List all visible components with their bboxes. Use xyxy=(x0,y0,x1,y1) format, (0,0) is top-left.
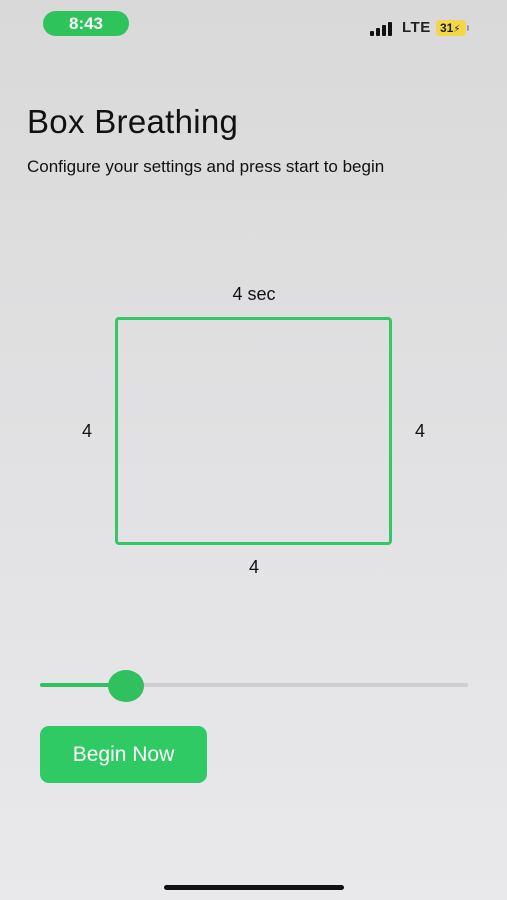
slider-thumb[interactable] xyxy=(107,670,144,702)
page-subtitle: Configure your settings and press start … xyxy=(27,157,385,176)
signal-bars-icon xyxy=(370,22,394,36)
network-type-label: LTE xyxy=(402,19,431,36)
duration-slider[interactable] xyxy=(40,670,468,702)
battery-nub xyxy=(467,25,469,31)
charging-bolt-icon: ⚡ xyxy=(453,24,461,35)
breathing-box xyxy=(115,317,392,545)
box-top-label: 4 sec xyxy=(232,284,276,304)
box-bottom-label: 4 xyxy=(248,557,259,577)
home-indicator[interactable] xyxy=(164,885,344,890)
page-title: Box Breathing xyxy=(27,103,239,140)
status-bar: 8:43 LTE 31⚡ xyxy=(0,0,507,48)
box-right-label: 4 xyxy=(414,421,425,441)
box-left-label: 4 xyxy=(81,421,92,441)
begin-now-button[interactable]: Begin Now xyxy=(40,726,207,783)
battery-level: 31 xyxy=(440,21,454,35)
battery-charging-icon: 31⚡ xyxy=(436,20,466,36)
status-time[interactable]: 8:43 xyxy=(43,11,129,36)
